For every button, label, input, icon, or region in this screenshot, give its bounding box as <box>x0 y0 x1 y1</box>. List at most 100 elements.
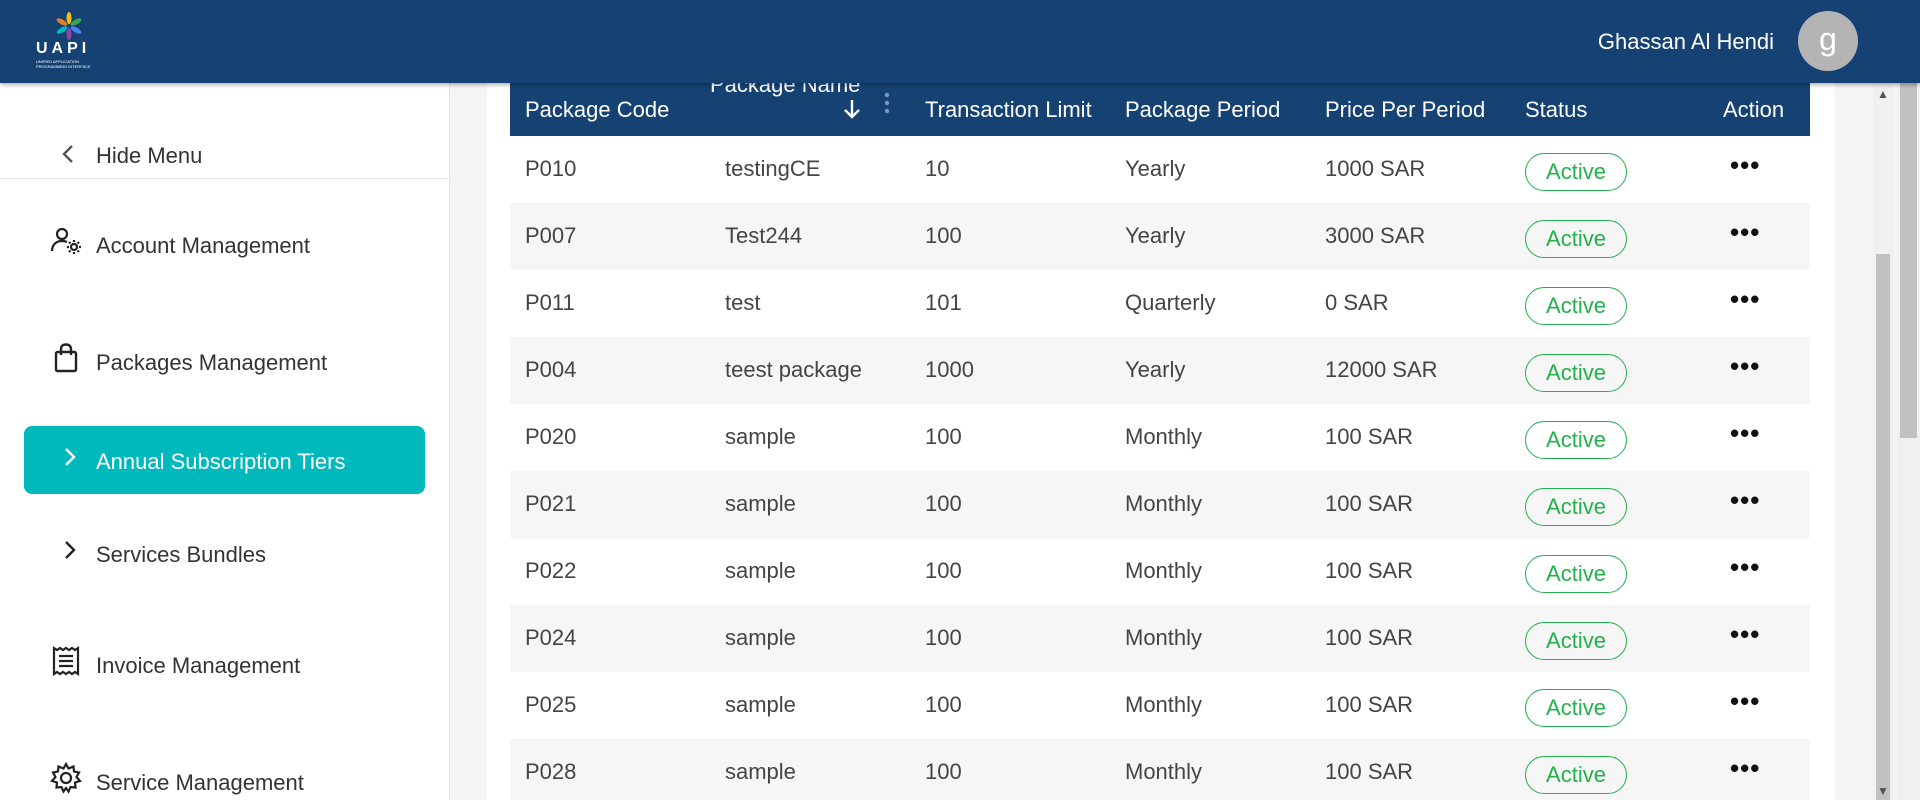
sidebar-item-invoice-management[interactable]: Invoice Management <box>0 633 450 693</box>
cell-price: 100 SAR <box>1325 759 1414 784</box>
cell-package-period: Quarterly <box>1125 290 1216 315</box>
cell-package-code: P020 <box>525 424 577 449</box>
more-actions-icon[interactable]: ••• <box>1730 284 1760 315</box>
more-actions-icon[interactable]: ••• <box>1730 552 1760 583</box>
cell-transaction-limit: 100 <box>925 223 962 248</box>
cell-package-name: sample <box>725 424 796 449</box>
table-row[interactable]: P028 sample 100 Monthly 100 SAR Active •… <box>510 739 1810 800</box>
chevron-right-icon <box>60 537 80 569</box>
cell-package-code: P010 <box>525 156 577 181</box>
more-actions-icon[interactable]: ••• <box>1730 351 1760 382</box>
sort-descending-icon[interactable] <box>842 97 862 125</box>
cell-package-period: Monthly <box>1125 558 1203 583</box>
scroll-up-arrow-icon[interactable]: ▲ <box>1877 87 1889 101</box>
column-menu-icon[interactable] <box>882 91 892 117</box>
table-header: Package Code Package Name Transaction Li… <box>510 83 1810 136</box>
status-badge: Active <box>1525 488 1627 526</box>
cell-transaction-limit: 100 <box>925 625 962 650</box>
table-row[interactable]: P010 testingCE 10 Yearly 1000 SAR Active… <box>510 136 1810 203</box>
cell-package-name: Test244 <box>725 223 803 248</box>
logo-text: UAPI <box>36 40 91 57</box>
cell-transaction-limit: 1000 <box>925 357 974 382</box>
column-header-transaction-limit[interactable]: Transaction Limit <box>925 83 1092 136</box>
table-row[interactable]: P020 sample 100 Monthly 100 SAR Active •… <box>510 404 1810 471</box>
shopping-bag-icon <box>50 342 82 374</box>
status-badge: Active <box>1525 153 1627 191</box>
status-badge: Active <box>1525 354 1627 392</box>
avatar[interactable]: g <box>1798 11 1858 71</box>
status-badge: Active <box>1525 555 1627 593</box>
sidebar-item-label: Service Management <box>96 770 304 795</box>
table-row[interactable]: P007 Test244 100 Yearly 3000 SAR Active … <box>510 203 1810 270</box>
page-scrollbar[interactable] <box>1897 0 1920 800</box>
sidebar-item-services-bundles[interactable]: Services Bundles <box>24 519 425 587</box>
column-header-package-name[interactable]: Package Name <box>710 83 860 124</box>
cell-price: 100 SAR <box>1325 692 1414 717</box>
more-actions-icon[interactable]: ••• <box>1730 217 1760 248</box>
column-header-status[interactable]: Status <box>1525 83 1587 136</box>
status-badge: Active <box>1525 220 1627 258</box>
cell-package-name: sample <box>725 759 796 784</box>
cell-price: 12000 SAR <box>1325 357 1438 382</box>
user-name[interactable]: Ghassan Al Hendi <box>1598 29 1774 55</box>
sidebar-item-packages-management[interactable]: Packages Management <box>0 330 450 390</box>
content-scrollbar[interactable]: ▲ ▼ <box>1873 83 1893 800</box>
cell-transaction-limit: 101 <box>925 290 962 315</box>
cell-package-name: sample <box>725 558 796 583</box>
cell-price: 100 SAR <box>1325 625 1414 650</box>
main-content: Package Code Package Name Transaction Li… <box>487 83 1835 800</box>
more-actions-icon[interactable]: ••• <box>1730 686 1760 717</box>
cell-package-name: sample <box>725 491 796 516</box>
table-row[interactable]: P022 sample 100 Monthly 100 SAR Active •… <box>510 538 1810 605</box>
cell-package-period: Yearly <box>1125 357 1186 382</box>
cell-price: 100 SAR <box>1325 491 1414 516</box>
table-row[interactable]: P004 teest package 1000 Yearly 12000 SAR… <box>510 337 1810 404</box>
chevron-left-icon <box>58 141 78 173</box>
sidebar-item-service-management[interactable]: Service Management <box>0 750 450 800</box>
cell-package-code: P028 <box>525 759 577 784</box>
cell-package-period: Monthly <box>1125 759 1203 784</box>
column-header-package-period[interactable]: Package Period <box>1125 83 1280 136</box>
column-header-price-per-period[interactable]: Price Per Period <box>1325 83 1485 136</box>
sidebar-item-label: Packages Management <box>96 350 328 375</box>
cell-package-code: P004 <box>525 357 577 382</box>
cell-package-name: teest package <box>725 357 862 382</box>
content-scrollbar-thumb[interactable] <box>1876 254 1890 800</box>
hide-menu-button[interactable]: Hide Menu <box>0 131 450 179</box>
cell-transaction-limit: 100 <box>925 424 962 449</box>
cell-package-period: Yearly <box>1125 156 1186 181</box>
table-row[interactable]: P025 sample 100 Monthly 100 SAR Active •… <box>510 672 1810 739</box>
more-actions-icon[interactable]: ••• <box>1730 150 1760 181</box>
cell-package-name: sample <box>725 625 796 650</box>
cell-package-code: P024 <box>525 625 577 650</box>
hide-menu-label: Hide Menu <box>96 143 203 168</box>
cell-package-name: testingCE <box>725 156 821 181</box>
table-row[interactable]: P021 sample 100 Monthly 100 SAR Active •… <box>510 471 1810 538</box>
sidebar-item-annual-subscription-tiers[interactable]: Annual Subscription Tiers <box>24 426 425 494</box>
cell-package-code: P025 <box>525 692 577 717</box>
cell-package-name: test <box>725 290 761 315</box>
more-actions-icon[interactable]: ••• <box>1730 418 1760 449</box>
cell-package-period: Monthly <box>1125 424 1203 449</box>
cell-package-period: Monthly <box>1125 692 1203 717</box>
status-badge: Active <box>1525 756 1627 794</box>
scroll-down-arrow-icon[interactable]: ▼ <box>1877 784 1889 798</box>
cell-price: 100 SAR <box>1325 558 1414 583</box>
top-header: UAPI UNIFIED APPLICATION PROGRAMMING INT… <box>0 0 1920 83</box>
receipt-icon <box>50 645 82 677</box>
cell-price: 1000 SAR <box>1325 156 1426 181</box>
logo-subtitle: UNIFIED APPLICATION PROGRAMMING INTERFAC… <box>36 59 91 69</box>
sidebar-item-account-management[interactable]: Account Management <box>0 213 450 273</box>
cell-price: 100 SAR <box>1325 424 1414 449</box>
more-actions-icon[interactable]: ••• <box>1730 753 1760 784</box>
column-header-action[interactable]: Action <box>1723 83 1784 136</box>
column-header-package-code[interactable]: Package Code <box>525 83 669 136</box>
status-badge: Active <box>1525 287 1627 325</box>
gear-icon <box>50 761 82 794</box>
cell-package-period: Monthly <box>1125 625 1203 650</box>
page-scrollbar-thumb[interactable] <box>1900 24 1917 438</box>
table-row[interactable]: P024 sample 100 Monthly 100 SAR Active •… <box>510 605 1810 672</box>
more-actions-icon[interactable]: ••• <box>1730 485 1760 516</box>
more-actions-icon[interactable]: ••• <box>1730 619 1760 650</box>
table-row[interactable]: P011 test 101 Quarterly 0 SAR Active ••• <box>510 270 1810 337</box>
